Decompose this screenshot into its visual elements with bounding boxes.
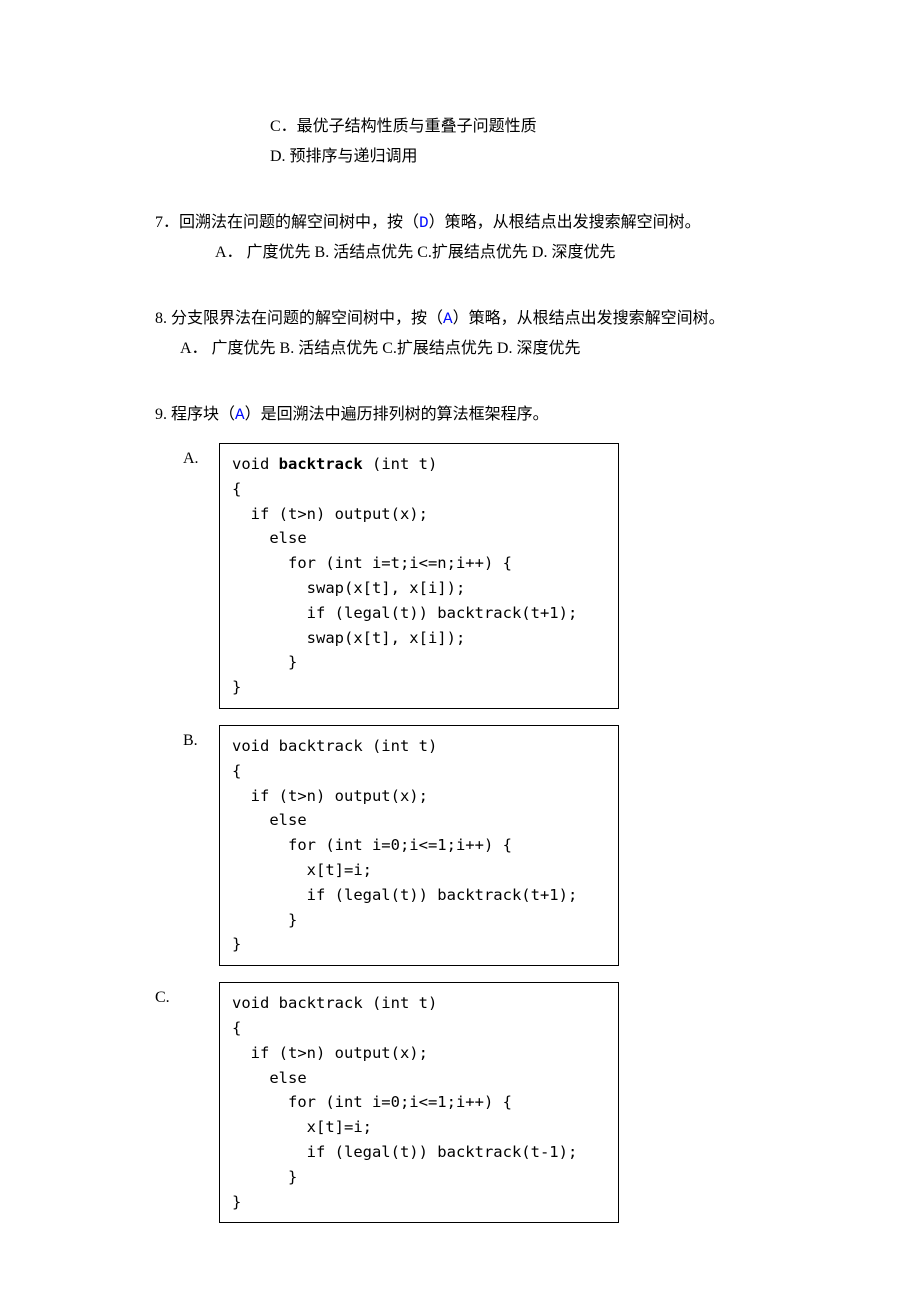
code-a-l2: {	[232, 480, 241, 498]
code-a-l5: for (int i=t;i<=n;i++) {	[232, 554, 512, 572]
code-a-l7: if (legal(t)) backtrack(t+1);	[232, 604, 577, 622]
code-b-l3: if (t>n) output(x);	[232, 787, 428, 805]
code-b-label: B.	[183, 725, 219, 753]
code-c-l3: if (t>n) output(x);	[232, 1044, 428, 1062]
code-b-l9: }	[232, 935, 241, 953]
code-a-box: void backtrack (int t) { if (t>n) output…	[219, 443, 619, 709]
code-a-l10: }	[232, 678, 241, 696]
code-b-l6: x[t]=i;	[232, 861, 372, 879]
question-8: 8. 分支限界法在问题的解空间树中，按（A）策略，从根结点出发搜索解空间树。	[155, 307, 800, 331]
q7-text-pre: 7．回溯法在问题的解空间树中，按（	[155, 214, 419, 231]
code-a-l3: if (t>n) output(x);	[232, 505, 428, 523]
q8-answer: A	[443, 310, 453, 328]
code-c-l1: void backtrack (int t)	[232, 994, 437, 1012]
code-a-l4: else	[232, 529, 307, 547]
code-option-b: B. void backtrack (int t) { if (t>n) out…	[155, 725, 800, 966]
question-7: 7．回溯法在问题的解空间树中，按（D）策略，从根结点出发搜索解空间树。	[155, 211, 800, 235]
code-b-l5: for (int i=0;i<=1;i++) {	[232, 836, 512, 854]
q9-text-post: ）是回溯法中遍历排列树的算法框架程序。	[245, 406, 549, 423]
code-a-l9: }	[232, 653, 297, 671]
q9-text-pre: 9. 程序块（	[155, 406, 235, 423]
q7-text-post: ）策略，从根结点出发搜索解空间树。	[429, 214, 701, 231]
code-c-l5: for (int i=0;i<=1;i++) {	[232, 1093, 512, 1111]
code-c-label: C.	[155, 982, 219, 1010]
code-c-box: void backtrack (int t) { if (t>n) output…	[219, 982, 619, 1223]
q7-options: A． 广度优先 B. 活结点优先 C.扩展结点优先 D. 深度优先	[155, 241, 800, 265]
code-option-c: C. void backtrack (int t) { if (t>n) out…	[155, 982, 800, 1223]
code-a-label: A.	[183, 443, 219, 471]
code-b-l1: void backtrack (int t)	[232, 737, 437, 755]
code-b-box: void backtrack (int t) { if (t>n) output…	[219, 725, 619, 966]
question-9: 9. 程序块（A）是回溯法中遍历排列树的算法框架程序。	[155, 403, 800, 427]
code-option-a: A. void backtrack (int t) { if (t>n) out…	[155, 443, 800, 709]
code-c-l8: }	[232, 1168, 297, 1186]
code-a-l8: swap(x[t], x[i]);	[232, 629, 465, 647]
code-c-l6: x[t]=i;	[232, 1118, 372, 1136]
code-a-l6: swap(x[t], x[i]);	[232, 579, 465, 597]
q9-answer: A	[235, 406, 245, 424]
prior-option-d: D. 预排序与递归调用	[155, 145, 800, 169]
q8-options: A． 广度优先 B. 活结点优先 C.扩展结点优先 D. 深度优先	[155, 337, 800, 361]
code-b-l7: if (legal(t)) backtrack(t+1);	[232, 886, 577, 904]
code-b-l2: {	[232, 762, 241, 780]
document-page: C．最优子结构性质与重叠子问题性质 D. 预排序与递归调用 7．回溯法在问题的解…	[0, 0, 920, 1302]
code-c-l2: {	[232, 1019, 241, 1037]
q8-text-pre: 8. 分支限界法在问题的解空间树中，按（	[155, 310, 443, 327]
code-c-l7: if (legal(t)) backtrack(t-1);	[232, 1143, 577, 1161]
code-a-l1c: (int t)	[363, 455, 438, 473]
code-b-l4: else	[232, 811, 307, 829]
q8-text-post: ）策略，从根结点出发搜索解空间树。	[453, 310, 725, 327]
code-a-l1b: backtrack	[279, 455, 363, 473]
prior-option-c: C．最优子结构性质与重叠子问题性质	[155, 115, 800, 139]
q7-answer: D	[419, 214, 429, 232]
code-c-l4: else	[232, 1069, 307, 1087]
code-b-l8: }	[232, 911, 297, 929]
code-a-l1a: void	[232, 455, 279, 473]
code-c-l9: }	[232, 1193, 241, 1211]
